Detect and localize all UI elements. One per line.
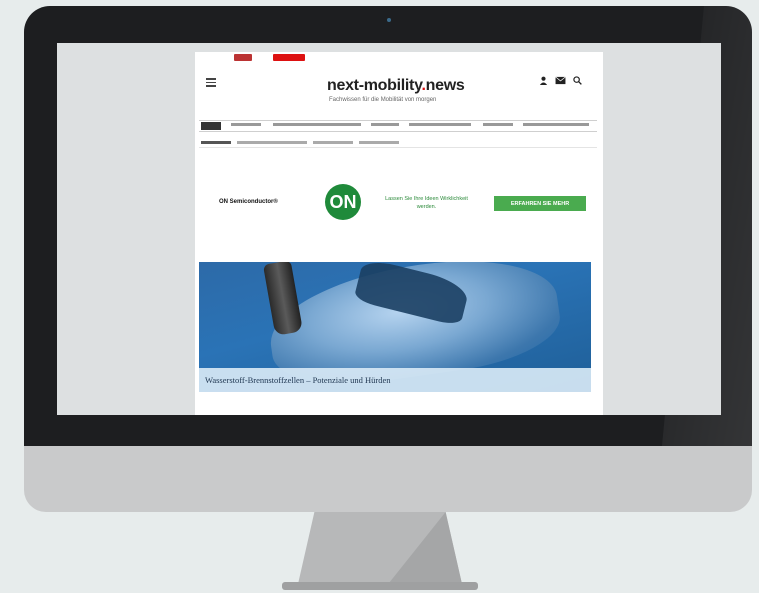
hamburger-menu-icon[interactable] [206, 78, 216, 87]
camera-dot [387, 18, 391, 22]
nav-item[interactable] [371, 123, 399, 126]
mail-icon[interactable] [555, 76, 566, 85]
brand-name: next-mobility [327, 77, 422, 94]
advertisement-banner[interactable]: ON Semiconductor® ON Lassen Sie Ihre Ide… [199, 168, 597, 236]
brand-suffix: news [425, 77, 465, 94]
ad-claim: Lassen Sie Ihre Ideen Wirklichkeit werde… [385, 196, 468, 210]
monitor-screen: next-mobility.news Fachwissen für die Mo… [57, 43, 721, 415]
top-bar [195, 52, 603, 66]
nav-item-home[interactable] [201, 122, 221, 130]
subnav-item[interactable] [313, 141, 353, 144]
ad-cta-button[interactable]: ERFAHREN SIE MEHR [494, 196, 586, 211]
nav-item[interactable] [523, 123, 589, 126]
nav-item[interactable] [409, 123, 471, 126]
publisher-logo-icon[interactable] [273, 54, 305, 61]
user-icon[interactable] [539, 76, 548, 85]
hero-caption-bar: Wasserstoff-Brennstoffzellen – Potenzial… [199, 368, 591, 392]
subnav-label [201, 141, 231, 144]
nav-item[interactable] [231, 123, 261, 126]
site-tagline: Fachwissen für die Mobilität von morgen [329, 97, 437, 103]
fuel-nozzle-image [262, 262, 304, 336]
hero-teaser[interactable]: Wasserstoff-Brennstoffzellen – Potenzial… [199, 262, 591, 392]
monitor-base [282, 582, 478, 590]
sub-navigation [199, 139, 597, 148]
webpage: next-mobility.news Fachwissen für die Mo… [195, 52, 603, 415]
search-icon[interactable] [573, 76, 582, 85]
ad-company-name: ON Semiconductor® [219, 199, 278, 205]
partner-logo-icon[interactable] [234, 54, 252, 61]
on-semiconductor-logo-icon: ON [325, 184, 361, 220]
nav-item[interactable] [483, 123, 513, 126]
header-icons [539, 76, 582, 85]
subnav-item[interactable] [237, 141, 307, 144]
main-navigation [199, 120, 597, 132]
hero-caption[interactable]: Wasserstoff-Brennstoffzellen – Potenzial… [205, 375, 390, 385]
nav-item[interactable] [273, 123, 361, 126]
subnav-item[interactable] [359, 141, 399, 144]
site-logo[interactable]: next-mobility.news [327, 77, 465, 95]
monitor-chin [24, 446, 752, 512]
